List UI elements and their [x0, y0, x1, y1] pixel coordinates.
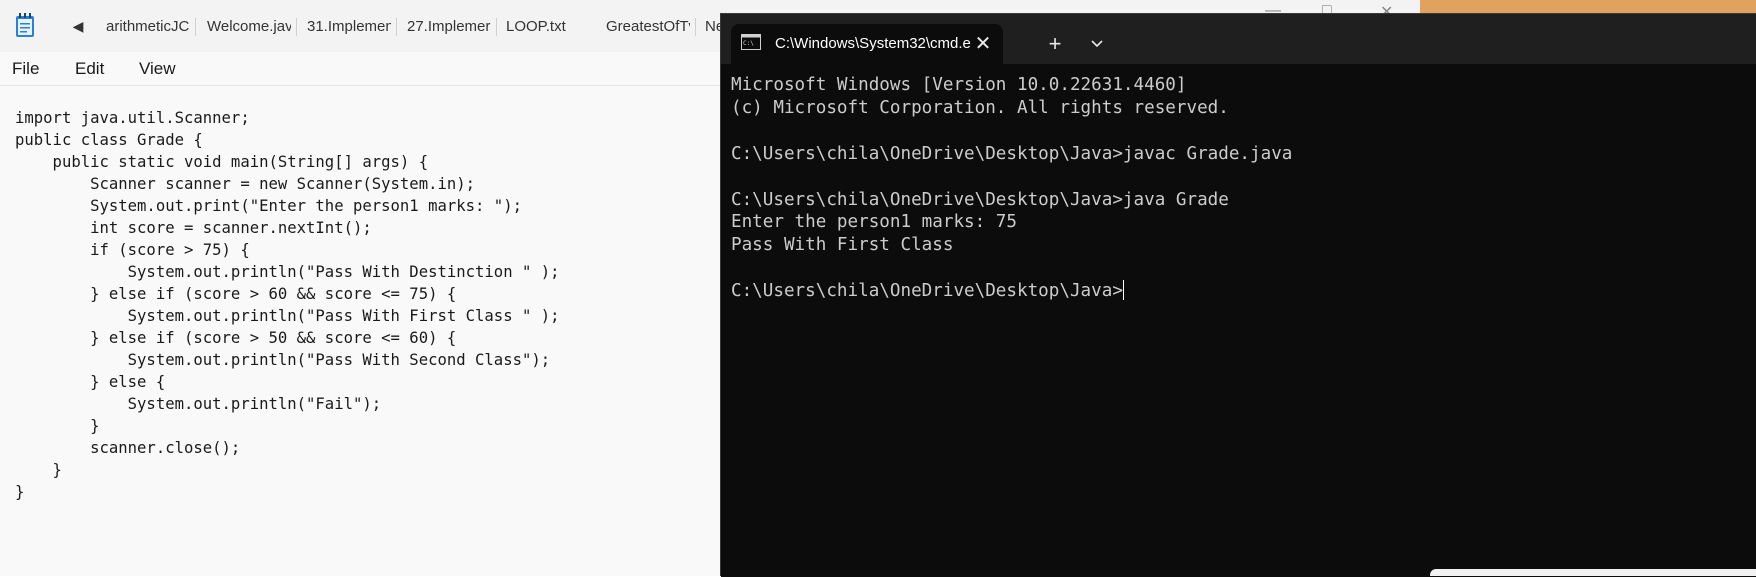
- terminal-console[interactable]: Microsoft Windows [Version 10.0.22631.44…: [721, 64, 1756, 577]
- notepad-tab[interactable]: 31.Implemen: [307, 16, 391, 38]
- terminal-window: C:\ C:\Windows\System32\cmd.e ✕ + Micros…: [720, 13, 1756, 577]
- close-tab-icon[interactable]: ✕: [971, 32, 995, 56]
- tab-separator: [695, 18, 696, 36]
- notepad-tab[interactable]: arithmeticJC: [106, 16, 190, 38]
- tab-separator: [496, 18, 497, 36]
- svg-text:C:\: C:\: [743, 40, 754, 47]
- tab-separator: [296, 18, 297, 36]
- new-tab-icon[interactable]: +: [1043, 32, 1067, 56]
- notepad-tab[interactable]: GreatestOfTv: [606, 16, 690, 38]
- terminal-title-bar: C:\ C:\Windows\System32\cmd.e ✕ +: [721, 14, 1756, 64]
- notepad-editor[interactable]: import java.util.Scanner; public class G…: [0, 87, 720, 576]
- notepad-tab[interactable]: 27.Implemer: [407, 16, 491, 38]
- notepad-app-icon: [16, 13, 34, 37]
- code-text: import java.util.Scanner; public class G…: [15, 109, 560, 501]
- menu-edit[interactable]: Edit: [75, 58, 104, 80]
- chevron-down-icon[interactable]: [1087, 34, 1107, 54]
- menu-file[interactable]: File: [12, 58, 39, 80]
- notepad-tab[interactable]: Welcome.jav: [207, 16, 291, 38]
- tab-separator: [396, 18, 397, 36]
- tab-separator: [195, 18, 196, 36]
- notepad-tab[interactable]: LOOP.txt: [506, 16, 590, 38]
- cmd-icon: C:\: [741, 34, 761, 50]
- menu-view[interactable]: View: [139, 58, 176, 80]
- terminal-tab-title: C:\Windows\System32\cmd.e: [775, 35, 971, 52]
- desktop-edge: [1430, 569, 1756, 576]
- text-cursor: [1122, 280, 1124, 301]
- terminal-tab[interactable]: C:\ C:\Windows\System32\cmd.e ✕: [731, 24, 1003, 64]
- tab-scroll-left-icon[interactable]: ◀: [68, 16, 88, 36]
- terminal-output-text: Microsoft Windows [Version 10.0.22631.44…: [731, 75, 1293, 302]
- terminal-output: Microsoft Windows [Version 10.0.22631.44…: [731, 74, 1292, 303]
